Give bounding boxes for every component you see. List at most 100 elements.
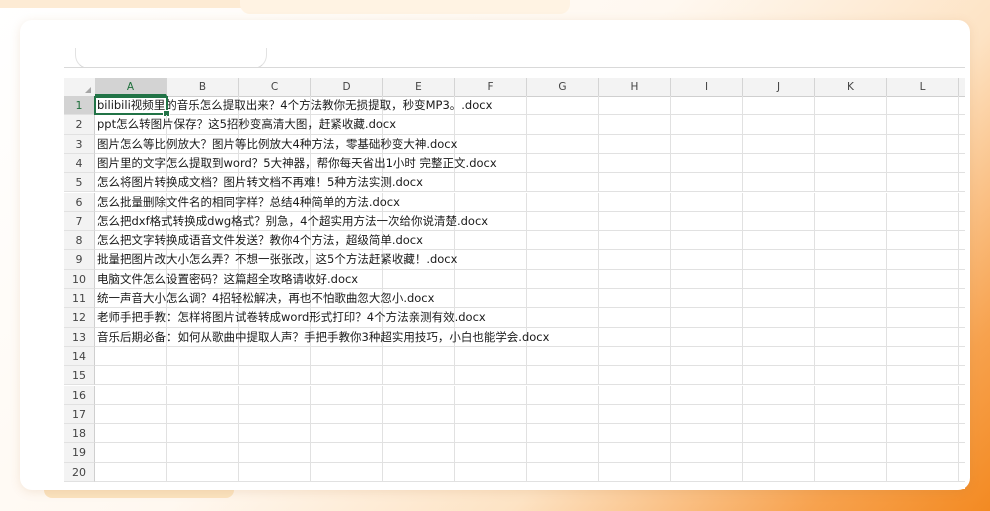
column-header-d[interactable]: D (311, 78, 383, 96)
gridline (238, 462, 239, 481)
select-all-corner[interactable] (64, 78, 96, 96)
table-row: 3 图片怎么等比例放大？图片等比例放大4种方法，零基础秒变大神.docx (64, 134, 965, 154)
row-header[interactable]: 6 (64, 192, 95, 212)
gridline (886, 404, 887, 424)
cell-a8[interactable]: 怎么把文字转换成语音文件发送？教你4个方法，超级简单.docx (97, 231, 423, 250)
cell-a10[interactable]: 电脑文件怎么设置密码？这篇超全攻略请收好.docx (97, 270, 358, 289)
gridline (310, 404, 311, 424)
gridline (814, 424, 815, 443)
column-header-c[interactable]: C (239, 78, 311, 96)
cell-a5[interactable]: 怎么将图片转换成文档？图片转文档不再难！5种方法实测.docx (97, 173, 423, 192)
gridline (958, 269, 959, 288)
gridline (886, 289, 887, 308)
gridline (958, 231, 959, 250)
gridline (598, 115, 599, 134)
row-header[interactable]: 18 (64, 424, 95, 444)
cell-a13[interactable]: 音乐后期必备：如何从歌曲中提取人声？手把手教你3种超实用技巧，小白也能学会.do… (97, 328, 549, 347)
cell-a6[interactable]: 怎么批量删除文件名的相同字样？总结4种简单的方法.docx (97, 193, 400, 212)
gridline (598, 153, 599, 173)
gridline (958, 211, 959, 231)
gridline (886, 173, 887, 192)
gridline (598, 443, 599, 462)
column-header-g[interactable]: G (527, 78, 599, 96)
gridline (526, 192, 527, 211)
gridline (670, 443, 671, 462)
column-header-i[interactable]: I (671, 78, 743, 96)
row-header[interactable]: 3 (64, 134, 95, 154)
row-header[interactable]: 1 (64, 96, 95, 116)
table-row: 5 怎么将图片转换成文档？图片转文档不再难！5种方法实测.docx (64, 173, 965, 193)
row-header[interactable]: 13 (64, 327, 95, 347)
row-gridlines (95, 404, 965, 425)
cell-a12[interactable]: 老师手把手教：怎样将图片试卷转成word形式打印？4个方法亲测有效.docx (97, 308, 486, 327)
table-row: 9 批量把图片改大小怎么弄？不想一张张改，这5个方法赶紧收藏！.docx (64, 250, 965, 270)
row-header[interactable]: 17 (64, 404, 95, 425)
gridline (382, 424, 383, 443)
cell-a9[interactable]: 批量把图片改大小怎么弄？不想一张张改，这5个方法赶紧收藏！.docx (97, 250, 457, 269)
column-header-k[interactable]: K (815, 78, 887, 96)
gridline (238, 385, 239, 404)
cell-a11[interactable]: 统一声音大小怎么调？4招轻松解决，再也不怕歌曲忽大忽小.docx (97, 289, 434, 308)
column-header-e[interactable]: E (383, 78, 455, 96)
cell-a4[interactable]: 图片里的文字怎么提取到word？5大神器，帮你每天省出1小时 完整正文.docx (97, 154, 497, 173)
row-header[interactable]: 14 (64, 346, 95, 367)
row-header[interactable]: 4 (64, 153, 95, 174)
gridline (742, 134, 743, 153)
column-header-bar: ABCDEFGHIJKL (64, 78, 965, 97)
gridline (742, 250, 743, 269)
gridline (958, 424, 959, 443)
column-header-j[interactable]: J (743, 78, 815, 96)
gridline (742, 366, 743, 385)
gridline (742, 231, 743, 250)
spreadsheet-grid[interactable]: ABCDEFGHIJKL 1 bilibili视频里的音乐怎么提取出来？4个方法教… (64, 67, 965, 489)
table-row: 6 怎么批量删除文件名的相同字样？总结4种简单的方法.docx (64, 192, 965, 212)
row-header[interactable]: 20 (64, 462, 95, 482)
select-all-triangle-icon (85, 87, 91, 93)
gridline (886, 115, 887, 134)
column-header-h[interactable]: H (599, 78, 671, 96)
row-header[interactable]: 8 (64, 231, 95, 251)
gridline (886, 192, 887, 211)
gridline (526, 269, 527, 288)
column-header-b[interactable]: B (167, 78, 239, 96)
gridline (958, 366, 959, 385)
gridline (670, 250, 671, 269)
row-header[interactable]: 19 (64, 443, 95, 463)
gridline (958, 192, 959, 211)
row-header[interactable]: 12 (64, 308, 95, 328)
table-row: 17 (64, 404, 965, 425)
gridline (166, 385, 167, 404)
row-header[interactable]: 5 (64, 173, 95, 193)
row-header[interactable]: 11 (64, 289, 95, 309)
gridline (454, 346, 455, 366)
gridline (670, 404, 671, 424)
gridline (886, 462, 887, 481)
cell-a2[interactable]: ppt怎么转图片保存？这5招秒变高清大图，赶紧收藏.docx (97, 115, 396, 134)
gridline (958, 443, 959, 462)
cell-a7[interactable]: 怎么把dxf格式转换成dwg格式？别急，4个超实用方法一次给你说清楚.docx (97, 212, 488, 231)
column-header-a[interactable]: A (95, 78, 167, 96)
gridline (454, 115, 455, 134)
gridline (958, 404, 959, 424)
cell-a3[interactable]: 图片怎么等比例放大？图片等比例放大4种方法，零基础秒变大神.docx (97, 135, 457, 154)
gridline (526, 366, 527, 385)
column-header-l[interactable]: L (887, 78, 959, 96)
row-header[interactable]: 15 (64, 366, 95, 386)
row-gridlines (95, 424, 965, 444)
gridline (886, 327, 887, 346)
row-header[interactable]: 2 (64, 115, 95, 135)
gridline (670, 289, 671, 308)
row-gridlines (95, 462, 965, 482)
gridline (454, 192, 455, 211)
row-header[interactable]: 7 (64, 211, 95, 232)
gridline (382, 385, 383, 404)
gridline (454, 366, 455, 385)
active-cell-outline (94, 96, 170, 117)
row-header[interactable]: 16 (64, 385, 95, 405)
row-header[interactable]: 9 (64, 250, 95, 270)
row-header[interactable]: 10 (64, 269, 95, 289)
gridline (742, 173, 743, 192)
gridline (814, 250, 815, 269)
gridline (310, 385, 311, 404)
column-header-f[interactable]: F (455, 78, 527, 96)
